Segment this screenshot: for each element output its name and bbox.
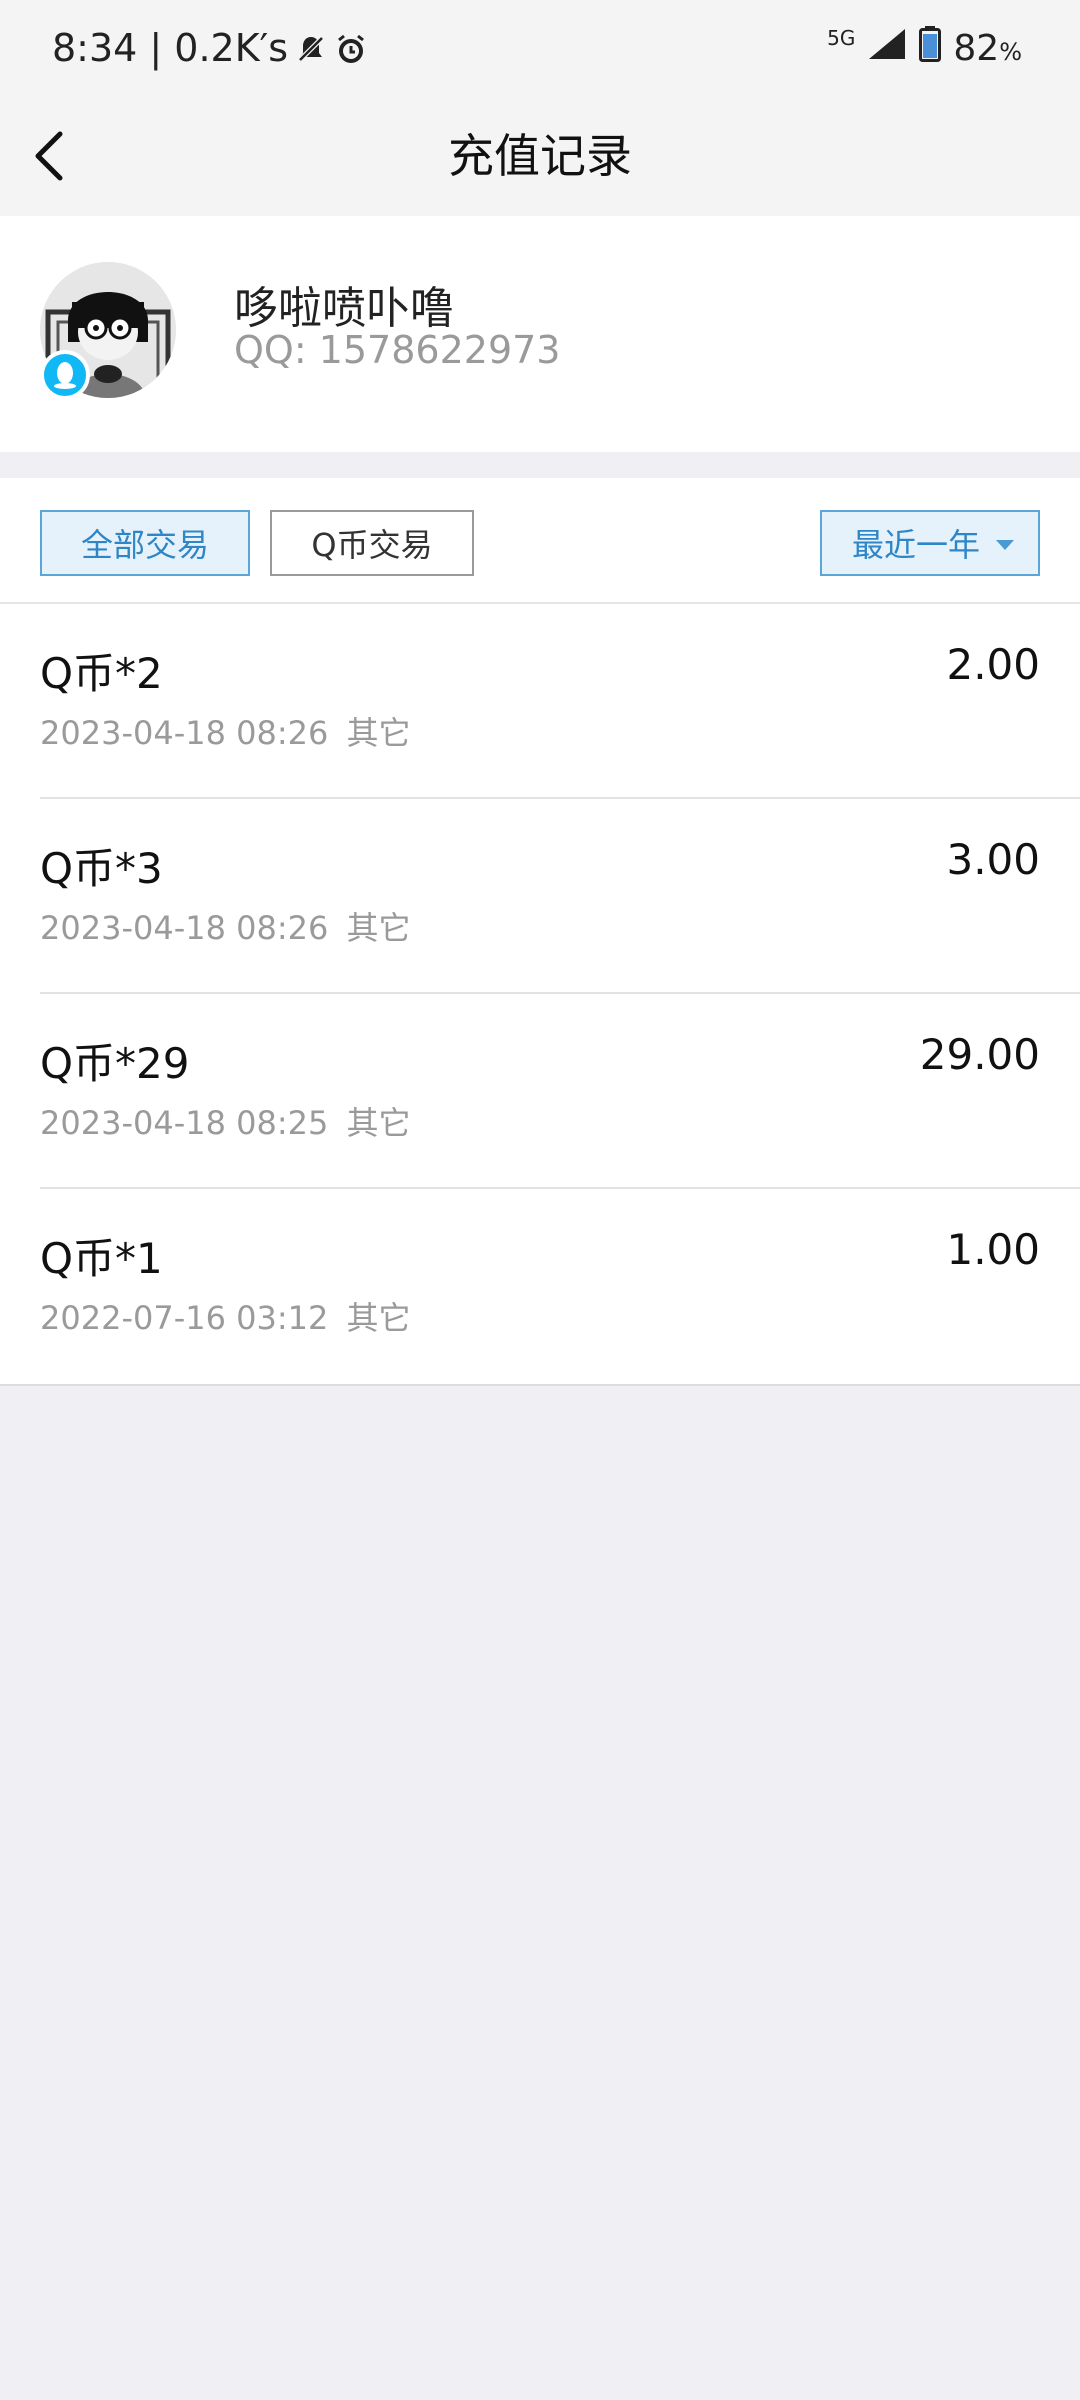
transaction-title: Q币*29: [40, 1039, 190, 1088]
signal-icon: [867, 27, 907, 70]
transaction-amount: 2.00: [946, 640, 1040, 689]
transaction-datetime: 2023-04-18 08:25: [40, 1104, 329, 1142]
dropdown-caret-icon: [996, 540, 1014, 550]
transaction-title: Q币*2: [40, 649, 163, 698]
transaction-datetime: 2023-04-18 08:26: [40, 909, 329, 947]
transaction-meta: 2023-04-18 08:26 其它: [40, 708, 411, 754]
transaction-title: Q币*3: [40, 844, 163, 893]
qq-number: QQ: 1578622973: [234, 328, 561, 372]
transaction-category: 其它: [346, 1299, 411, 1337]
network-label: 5G: [827, 26, 856, 50]
alarm-clock-icon: [334, 31, 368, 65]
status-bar: 8:34 | 0.2K′s 5G 82%: [0, 0, 1080, 100]
transaction-row[interactable]: Q币*1 1.00 2022-07-16 03:12 其它: [0, 1189, 1080, 1384]
transaction-category: 其它: [346, 1104, 411, 1142]
nav-bar: 充值记录: [0, 100, 1080, 216]
date-range-dropdown[interactable]: 最近一年: [820, 510, 1040, 576]
filter-bar: 全部交易 Q币交易 最近一年: [0, 478, 1080, 604]
transaction-datetime: 2022-07-16 03:12: [40, 1299, 329, 1337]
page-title: 充值记录: [448, 129, 632, 183]
status-time: 8:34 | 0.2K′s: [52, 26, 289, 70]
battery-level: 82%: [953, 28, 1022, 69]
transaction-amount: 1.00: [946, 1225, 1040, 1274]
transaction-row[interactable]: Q币*2 2.00 2023-04-18 08:26 其它: [0, 604, 1080, 799]
transaction-list: Q币*2 2.00 2023-04-18 08:26 其它 Q币*3 3.00 …: [0, 604, 1080, 1386]
battery-unit: %: [999, 38, 1022, 66]
date-range-label: 最近一年: [852, 526, 981, 564]
transaction-meta: 2022-07-16 03:12 其它: [40, 1293, 411, 1339]
qq-penguin-icon: [40, 350, 90, 400]
transaction-amount: 29.00: [919, 1030, 1040, 1079]
battery-percent: 82: [953, 28, 1000, 69]
transaction-row[interactable]: Q币*29 29.00 2023-04-18 08:25 其它: [0, 994, 1080, 1189]
profile-card: 哆啦喷卟噜 QQ: 1578622973: [0, 216, 1080, 452]
transaction-category: 其它: [346, 714, 411, 752]
filter-all-button[interactable]: 全部交易: [40, 510, 250, 576]
transaction-category: 其它: [346, 909, 411, 947]
mute-bell-icon: [294, 31, 328, 65]
battery-icon: [919, 26, 942, 71]
filter-qcoin-button[interactable]: Q币交易: [270, 510, 474, 576]
nickname: 哆啦喷卟噜: [234, 283, 454, 334]
transaction-row[interactable]: Q币*3 3.00 2023-04-18 08:26 其它: [0, 799, 1080, 994]
status-right: 5G 82%: [827, 26, 1022, 71]
transaction-amount: 3.00: [946, 835, 1040, 884]
status-left: 8:34 | 0.2K′s: [52, 26, 368, 70]
transaction-datetime: 2023-04-18 08:26: [40, 714, 329, 752]
transaction-meta: 2023-04-18 08:26 其它: [40, 903, 411, 949]
transaction-meta: 2023-04-18 08:25 其它: [40, 1098, 411, 1144]
transaction-title: Q币*1: [40, 1234, 163, 1283]
